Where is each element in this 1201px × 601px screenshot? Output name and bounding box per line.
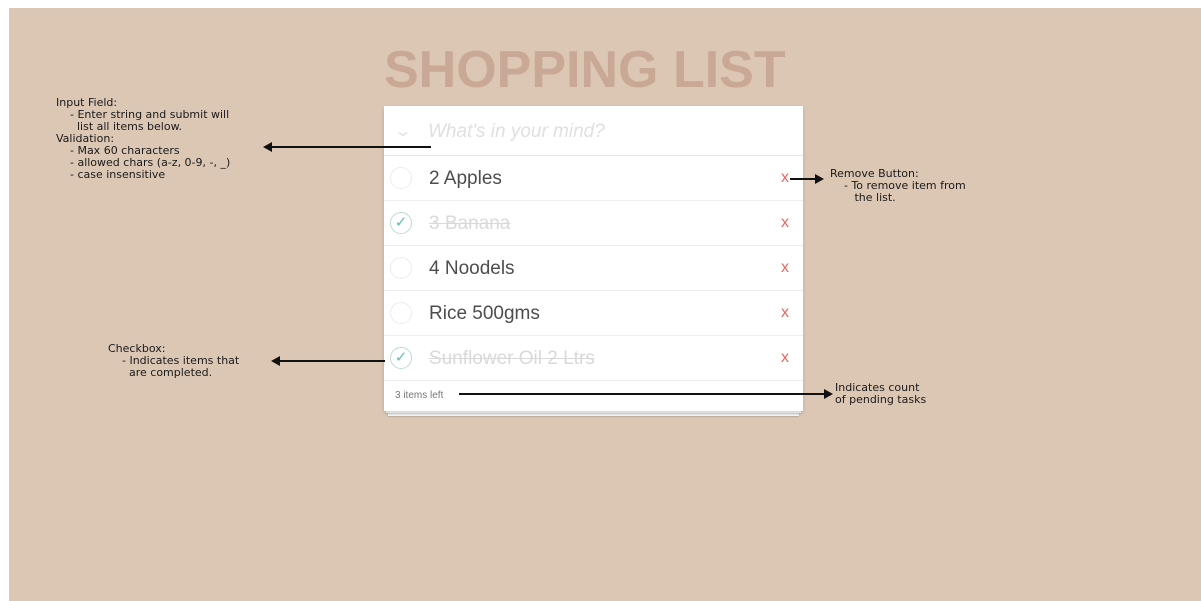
list-footer: 3 items left	[384, 381, 803, 411]
list-item: Rice 500gms x	[384, 291, 803, 336]
remove-button[interactable]: x	[781, 260, 789, 276]
item-label[interactable]: 3 Banana	[429, 213, 510, 235]
arrow-head	[271, 356, 280, 366]
arrow-head	[815, 174, 824, 184]
item-checkbox[interactable]	[390, 257, 412, 279]
count-annotation: Indicates count of pending tasks	[835, 381, 927, 406]
checkmark-icon: ✓	[394, 349, 408, 366]
item-label[interactable]: Sunflower Oil 2 Ltrs	[429, 348, 595, 370]
page-title: SHOPPING LIST	[384, 41, 786, 99]
remove-button-arrow	[790, 174, 824, 184]
item-checkbox[interactable]	[390, 167, 412, 189]
item-checkbox[interactable]: ✓	[390, 347, 412, 369]
new-item-input[interactable]	[428, 118, 788, 146]
input-field-annotation: Input Field: - Enter string and submit w…	[56, 96, 231, 181]
list-item: ✓ Sunflower Oil 2 Ltrs x	[384, 336, 803, 381]
remove-button-annotation: Remove Button: - To remove item from the…	[830, 167, 966, 204]
item-list: 2 Apples x ✓ 3 Banana x 4 Noodels x Rice 500gms…	[384, 156, 803, 381]
count-arrow	[459, 389, 833, 399]
list-card: ⌄ 2 Applesx✓3 Bananax4 NoodelsxRice 500g…	[384, 106, 803, 411]
list-item: ✓ 3 Banana x	[384, 201, 803, 246]
list-item: 4 Noodels x	[384, 246, 803, 291]
list-item: 2 Apples x	[384, 156, 803, 201]
item-checkbox[interactable]: ✓	[390, 212, 412, 234]
checkbox-annotation: Checkbox: - Indicates items that are com…	[108, 342, 240, 379]
chevron-down-icon[interactable]: ⌄	[388, 124, 419, 140]
list-header: ⌄	[384, 106, 803, 156]
checkmark-icon: ✓	[394, 214, 408, 231]
remove-button[interactable]: x	[781, 215, 789, 231]
arrow-head	[824, 389, 833, 399]
item-label[interactable]: 4 Noodels	[429, 258, 515, 280]
remove-button[interactable]: x	[781, 170, 789, 186]
checkbox-arrow	[271, 356, 385, 366]
remove-button[interactable]: x	[781, 305, 789, 321]
arrow-head	[263, 142, 272, 152]
input-field-arrow	[263, 142, 431, 152]
item-label[interactable]: Rice 500gms	[429, 303, 540, 325]
item-checkbox[interactable]	[390, 302, 412, 324]
item-label[interactable]: 2 Apples	[429, 168, 502, 190]
items-left-count: 3 items left	[395, 390, 444, 401]
remove-button[interactable]: x	[781, 350, 789, 366]
